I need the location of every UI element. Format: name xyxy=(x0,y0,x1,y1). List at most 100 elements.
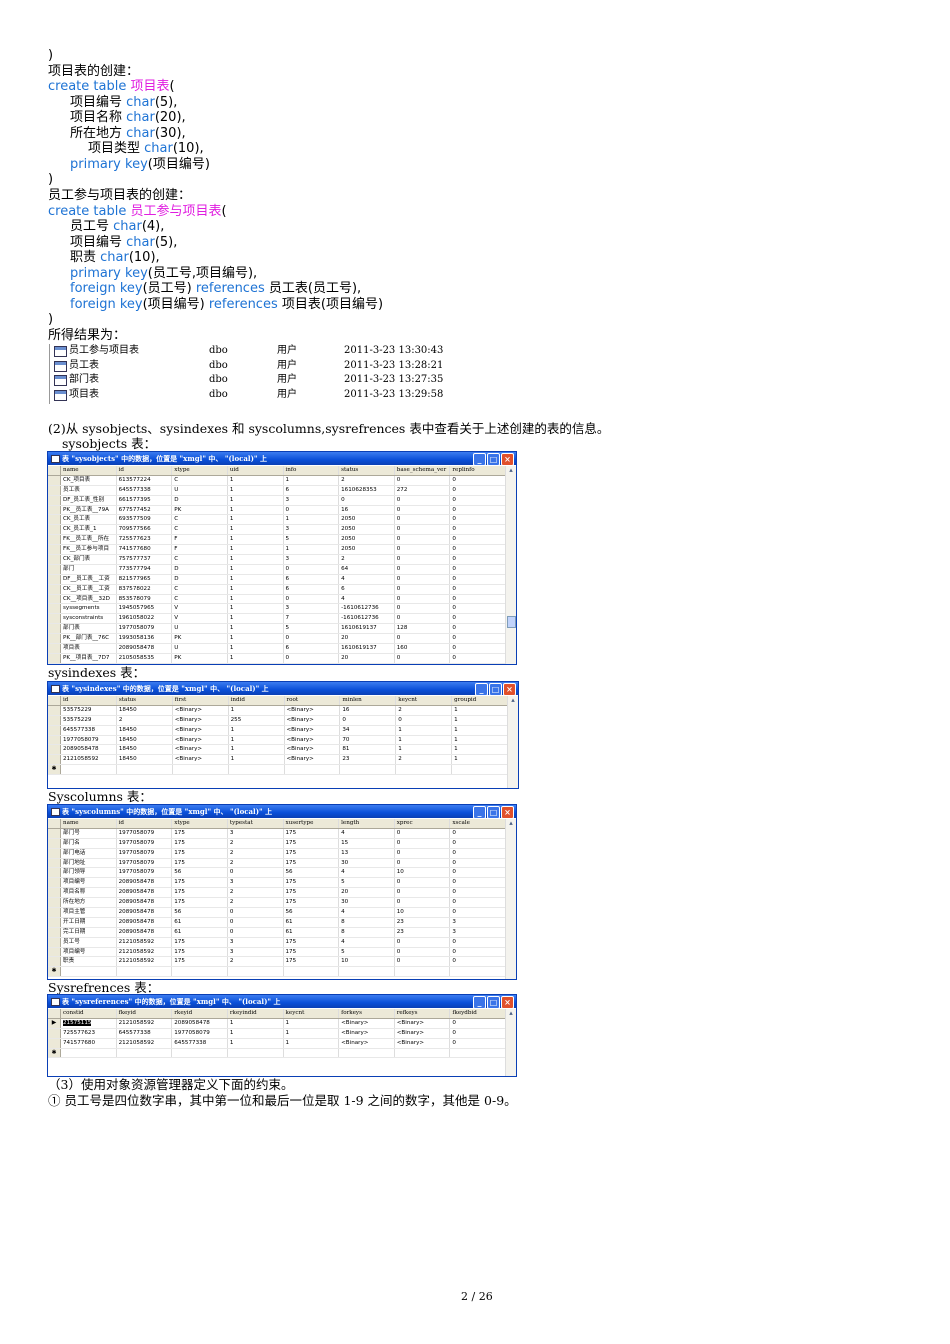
close-button[interactable]: × xyxy=(501,453,514,466)
cell-name[interactable]: 员工号 xyxy=(61,937,117,947)
row-selector[interactable] xyxy=(48,485,61,495)
cell-id[interactable]: 2089058478 xyxy=(117,917,173,927)
cell-xusertype[interactable]: 175 xyxy=(284,957,340,967)
cell-name[interactable]: FK__员工表__所在 xyxy=(61,535,117,545)
vertical-scrollbar[interactable]: ▴ xyxy=(505,819,516,979)
cell-groupid[interactable]: 1 xyxy=(452,725,508,735)
column-header-rkeyid[interactable]: rkeyid xyxy=(172,1009,228,1018)
column-header-first[interactable]: first xyxy=(173,696,229,705)
cell-groupid[interactable]: 1 xyxy=(452,735,508,745)
cell-replinfo[interactable]: 0 xyxy=(450,505,506,515)
cell-fkeyid[interactable]: 2121058592 xyxy=(117,1018,173,1028)
cell-id[interactable]: 1977058079 xyxy=(117,828,173,838)
cell-replinfo[interactable]: 0 xyxy=(450,653,506,663)
cell-xtype[interactable]: C xyxy=(172,584,228,594)
cell-rkeyindid[interactable]: 1 xyxy=(228,1038,284,1048)
column-header-name[interactable]: name xyxy=(61,819,117,828)
cell-info[interactable]: 3 xyxy=(284,555,340,564)
cell-refkeys[interactable]: <Binary> xyxy=(395,1038,451,1048)
cell-base_schema_ver[interactable]: 0 xyxy=(395,634,451,644)
cell-keycnt[interactable]: 2 xyxy=(396,755,453,765)
row-selector[interactable] xyxy=(48,634,61,644)
cell-replinfo[interactable]: 0 xyxy=(450,535,506,545)
cell-keycnt[interactable]: 0 xyxy=(396,715,453,725)
row-selector[interactable] xyxy=(48,505,61,515)
row-selector[interactable] xyxy=(48,535,61,545)
cell-replinfo[interactable]: 0 xyxy=(450,594,506,604)
table-row[interactable]: 项目表 2089058478 U 1 6 1610619137 160 0 xyxy=(48,644,506,654)
column-header-id[interactable]: id xyxy=(117,466,173,475)
cell-xtype[interactable]: 56 xyxy=(172,868,228,878)
column-header-name[interactable]: name xyxy=(61,466,117,475)
cell-xscale[interactable]: 0 xyxy=(450,898,506,908)
close-button[interactable]: × xyxy=(503,683,516,696)
result-row[interactable]: 项目表 dbo 用户 2011-3-23 13:29:58 xyxy=(50,388,470,402)
cell-name[interactable]: 部门名 xyxy=(61,838,117,848)
row-selector[interactable] xyxy=(48,614,61,624)
cell-typestat[interactable]: 2 xyxy=(228,848,284,858)
cell-replinfo[interactable]: 0 xyxy=(450,555,506,564)
cell-name[interactable]: 员工表 xyxy=(61,485,117,495)
cell-name[interactable]: 职责 xyxy=(61,957,117,967)
cell-name[interactable]: PK__项目表__7D7 xyxy=(61,653,117,663)
cell-xusertype[interactable]: 61 xyxy=(284,927,340,937)
result-row[interactable]: 员工表 dbo 用户 2011-3-23 13:28:21 xyxy=(50,359,470,373)
cell-name[interactable]: DF_员工表_性别 xyxy=(61,495,117,505)
cell-id[interactable]: 53575229 xyxy=(61,705,117,715)
table-row[interactable]: FK__员工表__所在 725577623 F 1 5 2050 0 0 xyxy=(48,535,506,546)
row-selector[interactable] xyxy=(48,957,61,967)
cell-minlen[interactable]: 34 xyxy=(340,725,397,735)
cell-base_schema_ver[interactable]: 128 xyxy=(395,624,451,634)
cell-keycnt[interactable]: 1 xyxy=(284,1038,340,1048)
column-header-status[interactable]: status xyxy=(339,466,395,475)
cell-xscale[interactable]: 0 xyxy=(450,848,506,858)
cell-base_schema_ver[interactable]: 272 xyxy=(395,485,451,495)
row-selector[interactable] xyxy=(48,564,61,574)
cell-status[interactable]: 2050 xyxy=(339,515,395,525)
cell-refkeys[interactable]: <Binary> xyxy=(395,1018,451,1028)
cell-xprec[interactable]: 23 xyxy=(395,927,451,937)
cell-name[interactable]: 部门号 xyxy=(61,828,117,838)
cell-typestat[interactable]: 2 xyxy=(228,838,284,848)
cell-id[interactable]: 613577224 xyxy=(117,475,173,485)
maximize-button[interactable]: □ xyxy=(489,683,502,696)
cell-id[interactable]: 645577338 xyxy=(117,485,173,495)
cell-typestat[interactable]: 2 xyxy=(228,888,284,898)
cell-length[interactable]: 5 xyxy=(339,947,395,957)
row-selector[interactable] xyxy=(48,878,61,888)
cell-name[interactable]: PK__员工表__79A xyxy=(61,505,117,515)
new-row[interactable]: ✱ xyxy=(48,967,506,978)
cell-xtype[interactable]: C xyxy=(172,555,228,564)
cell-xtype[interactable]: 175 xyxy=(172,828,228,838)
cell-xusertype[interactable]: 56 xyxy=(284,908,340,917)
table-row[interactable]: 53575229 18450 <Binary> 1 <Binary> 16 2 1 xyxy=(48,705,508,716)
cell-status[interactable]: 18450 xyxy=(117,705,173,715)
table-row[interactable]: 完工日期 2089058478 61 0 61 8 23 3 xyxy=(48,927,506,938)
cell-typestat[interactable]: 2 xyxy=(228,898,284,908)
table-row[interactable]: 职责 2121058592 175 2 175 10 0 0 xyxy=(48,957,506,968)
cell-name[interactable]: CK__员工表__工资 xyxy=(61,584,117,594)
table-row[interactable]: 员工表 645577338 U 1 6 1610628353 272 0 xyxy=(48,485,506,496)
cell-typestat[interactable]: 3 xyxy=(228,937,284,947)
row-selector[interactable] xyxy=(48,705,61,715)
cell-status[interactable]: 18450 xyxy=(117,745,173,755)
cell-xtype[interactable]: PK xyxy=(172,505,228,515)
cell-base_schema_ver[interactable]: 0 xyxy=(395,495,451,505)
cell-xusertype[interactable]: 175 xyxy=(284,828,340,838)
table-row[interactable]: CK__员工表__工资 837578022 C 1 6 6 0 0 xyxy=(48,584,506,595)
cell-constid[interactable]: 21575115 xyxy=(61,1018,117,1028)
cell-uid[interactable]: 1 xyxy=(228,624,284,634)
cell-first[interactable]: <Binary> xyxy=(173,745,229,755)
column-header-minlen[interactable]: minlen xyxy=(340,696,397,705)
cell-info[interactable]: 5 xyxy=(284,535,340,545)
scroll-up-arrow[interactable]: ▴ xyxy=(506,1009,516,1017)
cell-info[interactable]: 5 xyxy=(284,624,340,634)
column-header-constid[interactable]: constid xyxy=(61,1009,117,1018)
row-selector[interactable] xyxy=(48,715,61,725)
cell-id[interactable]: 661577395 xyxy=(117,495,173,505)
cell-id[interactable]: 1977058079 xyxy=(117,838,173,848)
table-row[interactable]: 部门号 1977058079 175 3 175 4 0 0 xyxy=(48,828,506,839)
row-selector[interactable] xyxy=(48,1028,61,1038)
cell-xprec[interactable]: 0 xyxy=(395,858,451,868)
table-row[interactable]: ▶ 21575115 2121058592 2089058478 1 1 <Binary> <… xyxy=(48,1018,506,1029)
